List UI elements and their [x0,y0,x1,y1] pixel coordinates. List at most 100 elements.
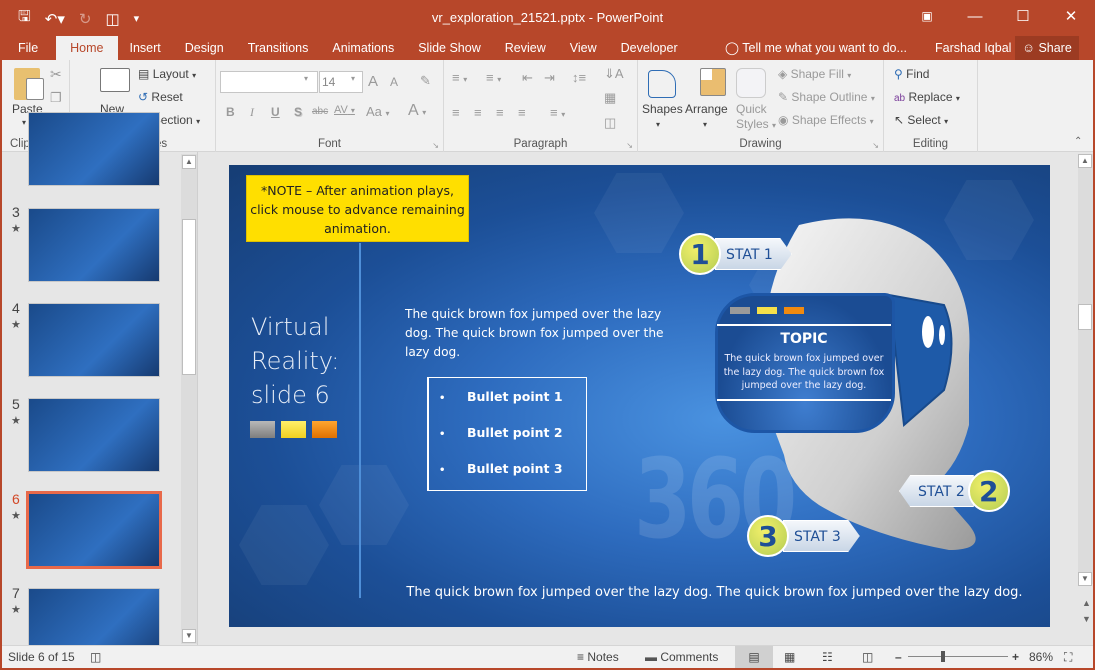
quick-styles-button[interactable]: Quick Styles ▾ [736,102,776,133]
reset-button[interactable]: ↺ Reset [138,90,183,104]
font-size-dropdown[interactable]: ▾ [351,74,355,83]
slide-thumbnail-5[interactable] [28,398,160,472]
cut-icon[interactable]: ✂ [50,66,62,83]
scroll-thumb[interactable] [182,219,196,375]
user-name[interactable]: Farshad Iqbal [935,36,1011,60]
text-direction-button[interactable]: ⇓A [604,66,624,82]
normal-view-button[interactable]: ▤ [735,646,773,668]
share-button[interactable]: ☺ Share [1015,36,1079,60]
line-spacing-button[interactable]: ↕≡ [572,70,586,85]
slide-thumbnail-3[interactable] [28,208,160,282]
increase-font-size-button[interactable]: A [368,73,378,90]
justify-button[interactable]: ≡ [518,105,526,120]
paragraph-dialog-launcher[interactable]: ↘ [626,141,633,150]
decrease-font-size-button[interactable]: A [390,75,398,89]
tell-me-search[interactable]: ◯ Tell me what you want to do... [725,36,907,60]
stat-callout-3[interactable]: 3 STAT 3 [747,515,860,557]
font-name-dropdown[interactable]: ▾ [304,74,308,83]
convert-smartart-button[interactable]: ◫ [604,115,616,131]
thumbnail-scrollbar[interactable]: ▲ ▼ [181,154,197,644]
align-center-button[interactable]: ≡ [474,105,482,120]
close-button[interactable]: ✕ [1047,0,1095,32]
slide-thumbnail-4[interactable] [28,303,160,377]
find-button[interactable]: ⚲ Find [894,67,929,81]
numbering-button[interactable]: ≡ ▾ [486,70,501,85]
tab-slide-show[interactable]: Slide Show [406,36,493,60]
strikethrough-button[interactable]: abc [312,106,328,117]
topic-body[interactable]: The quick brown fox jumped over the lazy… [721,352,887,393]
italic-button[interactable]: I [250,105,254,120]
footer-text[interactable]: The quick brown fox jumped over the lazy… [229,585,1050,600]
tab-transitions[interactable]: Transitions [236,36,321,60]
previous-slide-button[interactable]: ▲ [1082,598,1091,608]
tab-review[interactable]: Review [493,36,558,60]
clear-formatting-icon[interactable]: ✎ [420,73,431,89]
tab-home[interactable]: Home [56,36,118,60]
scroll-up-button[interactable]: ▲ [182,155,196,169]
fit-to-window-button[interactable]: ⛶ [1064,650,1072,665]
shadow-button[interactable]: S [294,105,302,119]
align-right-button[interactable]: ≡ [496,105,504,120]
font-dialog-launcher[interactable]: ↘ [432,141,439,150]
zoom-percentage[interactable]: 86% [1029,650,1053,664]
tab-view[interactable]: View [558,36,609,60]
align-text-button[interactable]: ▦ [604,90,616,106]
topic-title[interactable]: TOPIC [715,331,893,347]
shapes-button[interactable]: Shapes ▾ [642,102,683,130]
font-color-button[interactable]: A ▾ [408,102,426,120]
underline-button[interactable]: U [271,105,280,119]
slide-thumbnail-2[interactable] [28,112,160,186]
tab-design[interactable]: Design [173,36,236,60]
slide-canvas[interactable]: 360 *NOTE – After animation plays, click… [229,165,1050,627]
increase-indent-button[interactable]: ⇥ [544,70,555,86]
editor-scroll-thumb[interactable] [1078,304,1092,330]
slide-sorter-view-button[interactable]: ▦ [784,650,795,664]
copy-icon[interactable]: ❐ [50,90,62,106]
decrease-indent-button[interactable]: ⇤ [522,70,533,86]
shape-outline-button[interactable]: ✎ Shape Outline ▾ [778,90,875,104]
tab-developer[interactable]: Developer [609,36,690,60]
select-button[interactable]: ↖ Select ▾ [894,113,948,127]
layout-button[interactable]: ▤ Layout ▾ [138,67,196,81]
bold-button[interactable]: B [226,105,235,119]
editor-scroll-up-button[interactable]: ▲ [1078,154,1092,168]
editor-scroll-track[interactable]: ▲ ▼ [1078,154,1093,586]
columns-button[interactable]: ≡ ▾ [550,105,565,120]
scroll-down-button[interactable]: ▼ [182,629,196,643]
zoom-out-button[interactable]: – [895,650,902,664]
comments-button[interactable]: ▬ Comments [645,650,718,664]
bullets-button[interactable]: ≡ ▾ [452,70,467,85]
collapse-ribbon-icon[interactable]: ⌃ [1074,136,1082,147]
slide-show-view-button[interactable]: ◫ [862,650,873,664]
drawing-dialog-launcher[interactable]: ↘ [872,141,879,150]
tab-file[interactable]: File [0,36,56,60]
align-left-button[interactable]: ≡ [452,105,460,120]
maximize-button[interactable]: ☐ [999,0,1047,32]
character-spacing-button[interactable]: AV ▾ [334,104,355,116]
slide-counter[interactable]: Slide 6 of 15 [8,650,75,664]
shape-fill-button[interactable]: ◈ Shape Fill ▾ [778,67,851,81]
zoom-slider-thumb[interactable] [941,651,945,662]
slide-thumbnail-6-selected[interactable] [26,491,162,569]
editor-scroll-down-button[interactable]: ▼ [1078,572,1092,586]
reading-view-button[interactable]: ☷ [822,650,833,664]
next-slide-button[interactable]: ▼ [1082,614,1091,624]
minimize-button[interactable]: — [951,0,999,32]
zoom-in-button[interactable]: + [1012,650,1019,664]
notes-button[interactable]: ≡ Notes [577,650,619,664]
paste-dropdown-icon[interactable]: ▾ [22,118,26,127]
font-size-combobox[interactable]: 14 [319,71,363,93]
arrange-button[interactable]: Arrange ▾ [685,102,728,130]
tab-insert[interactable]: Insert [118,36,173,60]
replace-button[interactable]: ab Replace ▾ [894,90,960,104]
shape-effects-button[interactable]: ◉ Shape Effects ▾ [778,113,874,127]
zoom-slider[interactable] [908,656,1008,657]
editor-vertical-scrollbar[interactable]: ▲ ▼ ▲ ▼ [1062,152,1093,645]
ribbon-display-options-icon[interactable]: ▣ [903,0,951,32]
stat-callout-1[interactable]: 1 STAT 1 [679,233,792,275]
stat-callout-2[interactable]: STAT 2 2 [899,470,1010,512]
new-slide-icon[interactable] [100,68,130,92]
spell-check-icon[interactable]: ◫ [90,650,101,664]
change-case-button[interactable]: Aa ▾ [366,104,390,119]
tab-animations[interactable]: Animations [320,36,406,60]
